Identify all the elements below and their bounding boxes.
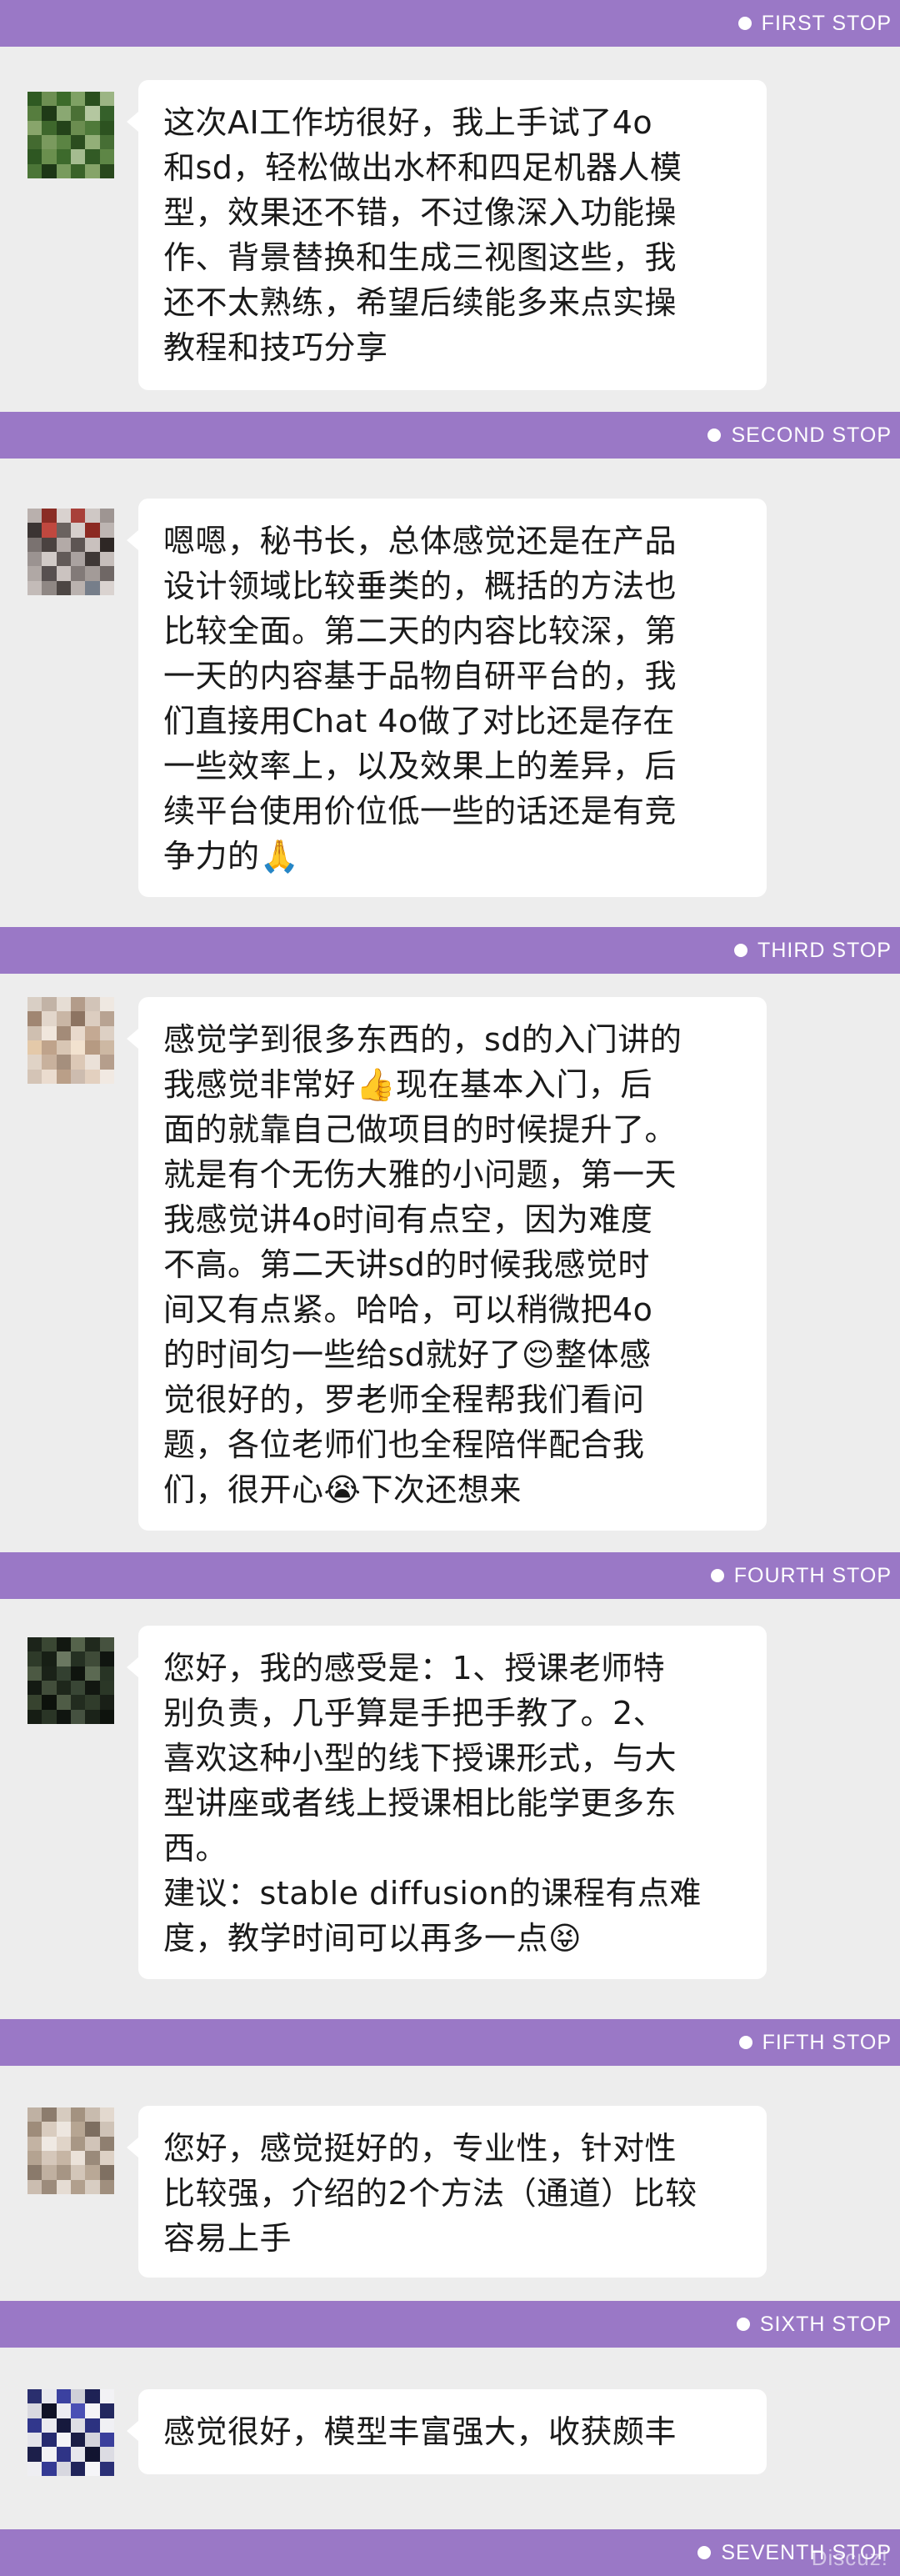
- stop-label: FOURTH STOP: [733, 1563, 892, 1587]
- dot-icon: [708, 428, 722, 442]
- avatar[interactable]: [28, 997, 114, 1084]
- stop-bar-6: SIXTH STOP: [0, 2301, 900, 2348]
- stop-label: SIXTH STOP: [759, 2312, 892, 2336]
- dot-icon: [734, 944, 748, 957]
- stop-bar-3: THIRD STOP: [0, 927, 900, 974]
- message-line: 和sd，轻松做出水杯和四足机器人模: [163, 149, 682, 186]
- avatar[interactable]: [28, 509, 114, 595]
- message-line: 我感觉讲4o时间有点空，因为难度: [163, 1201, 653, 1238]
- message-bubble: 感觉很好，模型丰富强大，收获颇丰: [127, 2389, 767, 2474]
- stop-bar-7: SEVENTH STOP Discuz!: [0, 2529, 900, 2576]
- avatar[interactable]: [28, 2107, 114, 2194]
- message-line: 们，很开心😭下次还想来: [163, 1471, 522, 1508]
- message-line: 觉很好的，罗老师全程帮我们看问: [163, 1381, 645, 1418]
- message-bubble: 您好，感觉挺好的，专业性，针对性 比较强，介绍的2个方法（通道）比较 容易上手: [127, 2106, 767, 2278]
- message-line: 型，效果还不错，不过像深入功能操: [163, 194, 678, 231]
- stop-label: FIRST STOP: [761, 11, 892, 35]
- stop-bar-4: FOURTH STOP: [0, 1552, 900, 1599]
- message-line: 们直接用Chat 4o做了对比还是存在: [163, 703, 675, 739]
- message-bubble: 您好，我的感受是：1、授课老师特 别负责，几乎算是手把手教了。2、 喜欢这种小型…: [127, 1626, 767, 1979]
- avatar[interactable]: [28, 1637, 114, 1724]
- message-line: 喜欢这种小型的线下授课形式，与大: [163, 1740, 678, 1777]
- stop-label: SECOND STOP: [731, 423, 892, 447]
- message-line: 续平台使用价位低一些的话还是有竞: [163, 793, 678, 829]
- message-line: 题，各位老师们也全程陪伴配合我: [163, 1426, 645, 1463]
- message-line: 别负责，几乎算是手把手教了。2、: [163, 1695, 666, 1732]
- dot-icon: [738, 2036, 752, 2049]
- message-line: 西。: [163, 1830, 228, 1867]
- stop-label: FIFTH STOP: [762, 2030, 892, 2054]
- message-line: 感觉很好，模型丰富强大，收获颇丰: [163, 2413, 678, 2450]
- message-line: 您好，我的感受是：1、授课老师特: [163, 1650, 666, 1686]
- message-line: 作、背景替换和生成三视图这些，我: [163, 239, 678, 276]
- dot-icon: [710, 1569, 724, 1582]
- message-line: 争力的🙏: [163, 838, 300, 875]
- message-line: 度，教学时间可以再多一点😝: [163, 1920, 582, 1957]
- message-line: 嗯嗯，秘书长，总体感觉还是在产品: [163, 523, 678, 559]
- watermark: Discuz!: [811, 2545, 888, 2570]
- stop-bar-2: SECOND STOP: [0, 412, 900, 459]
- avatar[interactable]: [28, 92, 114, 178]
- avatar[interactable]: [28, 2389, 114, 2476]
- message-bubble: 嗯嗯，秘书长，总体感觉还是在产品 设计领域比较垂类的，概括的方法也 比较全面。第…: [127, 499, 767, 897]
- message-line: 就是有个无伤大雅的小问题，第一天: [163, 1156, 678, 1193]
- message-line: 一些效率上，以及效果上的差异，后: [163, 748, 678, 784]
- dot-icon: [736, 2318, 750, 2331]
- stop-bar-5: FIFTH STOP: [0, 2019, 900, 2066]
- message-line: 教程和技巧分享: [163, 329, 388, 366]
- message-line: 这次AI工作坊很好，我上手试了4o: [163, 104, 653, 141]
- message-line: 一天的内容基于品物自研平台的，我: [163, 658, 678, 694]
- message-line: 您好，感觉挺好的，专业性，针对性: [163, 2130, 678, 2167]
- stop-bar-1: FIRST STOP: [0, 0, 900, 47]
- message-line: 间又有点紧。哈哈，可以稍微把4o: [163, 1291, 653, 1328]
- message-line: 不高。第二天讲sd的时候我感觉时: [163, 1246, 650, 1283]
- dot-icon: [698, 2546, 712, 2559]
- message-line: 比较强，介绍的2个方法（通道）比较: [163, 2175, 698, 2212]
- message-bubble: 感觉学到很多东西的，sd的入门讲的 我感觉非常好👍现在基本入门，后 面的就靠自己…: [127, 997, 767, 1531]
- message-line: 设计领域比较垂类的，概括的方法也: [163, 568, 678, 604]
- message-line: 我感觉非常好👍现在基本入门，后: [163, 1066, 652, 1103]
- stop-label: THIRD STOP: [758, 938, 892, 962]
- message-line: 还不太熟练，希望后续能多来点实操: [163, 284, 678, 321]
- message-bubble: 这次AI工作坊很好，我上手试了4o 和sd，轻松做出水杯和四足机器人模 型，效果…: [127, 80, 767, 390]
- message-line: 建议：stable diffusion的课程有点难: [163, 1875, 702, 1912]
- message-line: 面的就靠自己做项目的时候提升了。: [163, 1111, 678, 1148]
- message-line: 容易上手: [163, 2220, 292, 2257]
- message-line: 的时间匀一些给sd就好了😌整体感: [163, 1336, 652, 1373]
- message-line: 比较全面。第二天的内容比较深，第: [163, 613, 678, 649]
- message-line: 感觉学到很多东西的，sd的入门讲的: [163, 1021, 682, 1058]
- message-line: 型讲座或者线上授课相比能学更多东: [163, 1785, 678, 1822]
- dot-icon: [738, 17, 752, 30]
